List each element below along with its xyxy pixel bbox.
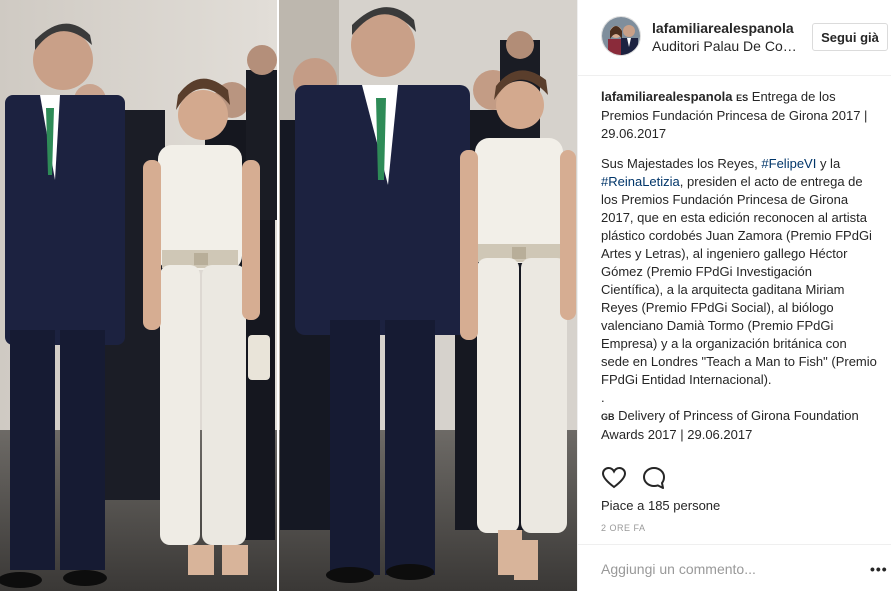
avatar[interactable]: [601, 16, 641, 56]
caption-english: GB Delivery of Princess of Girona Founda…: [601, 407, 877, 444]
post-photo[interactable]: [0, 0, 577, 591]
comments-list[interactable]: lafamiliarealespanola ES Entrega de los …: [601, 88, 877, 454]
caption-author[interactable]: lafamiliarealespanola: [601, 89, 733, 104]
caption-english-text: Delivery of Princess of Girona Foundatio…: [601, 408, 859, 442]
comment-input[interactable]: [601, 561, 851, 577]
caption-separator: .: [601, 390, 605, 405]
hashtag-link[interactable]: #ReinaLetizia: [601, 174, 680, 189]
more-options-icon[interactable]: •••: [870, 561, 888, 577]
caption-text: , presiden el acto de entrega de los Pre…: [601, 174, 877, 387]
post-header: lafamiliarealespanola Auditori Palau De …: [578, 0, 891, 76]
caption-text: y la: [816, 156, 841, 171]
hashtag-link[interactable]: #FelipeVI: [761, 156, 816, 171]
post-location[interactable]: Auditori Palau De Congressos: [652, 38, 802, 54]
caption-text: Sus Majestades los Reyes,: [601, 156, 762, 171]
comment-bar: •••: [578, 544, 891, 591]
likes-count[interactable]: Piace a 185 persone: [601, 498, 720, 513]
uk-flag-icon: GB: [601, 412, 615, 422]
caption-heading: lafamiliarealespanola ES Entrega de los …: [601, 88, 877, 143]
caption-body: Sus Majestades los Reyes, #FelipeVI y la…: [601, 155, 877, 389]
heart-icon[interactable]: [601, 465, 627, 491]
post-author-username[interactable]: lafamiliarealespanola: [652, 20, 794, 36]
comment-bubble-icon[interactable]: [641, 465, 667, 491]
spain-flag-icon: ES: [736, 93, 749, 103]
post-details-panel: lafamiliarealespanola Auditori Palau De …: [577, 0, 891, 591]
follow-button[interactable]: Segui già: [812, 23, 888, 51]
post-timestamp[interactable]: 2 ORE FA: [601, 523, 646, 533]
